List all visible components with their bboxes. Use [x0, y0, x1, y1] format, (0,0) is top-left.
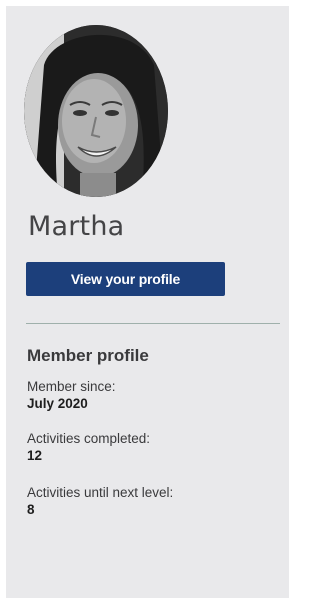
stat-label: Member since: — [27, 379, 116, 394]
member-profile-heading: Member profile — [27, 346, 149, 365]
stat-value: 8 — [27, 502, 35, 517]
stat-value: July 2020 — [27, 396, 88, 411]
stat-label: Activities completed: — [27, 431, 151, 446]
view-profile-button[interactable]: View your profile — [26, 262, 225, 296]
stat-label: Activities until next level: — [27, 485, 174, 500]
member-card: Martha View your profile Member profile … — [6, 6, 289, 598]
user-photo — [24, 25, 168, 197]
stat-activities-until-next-level: Activities until next level: 8 — [27, 484, 173, 518]
user-name: Martha — [28, 211, 125, 242]
stat-member-since: Member since: July 2020 — [27, 378, 116, 412]
stat-activities-completed: Activities completed: 12 — [27, 430, 150, 464]
divider — [26, 323, 280, 324]
stat-value: 12 — [27, 448, 43, 463]
avatar[interactable] — [24, 25, 168, 197]
